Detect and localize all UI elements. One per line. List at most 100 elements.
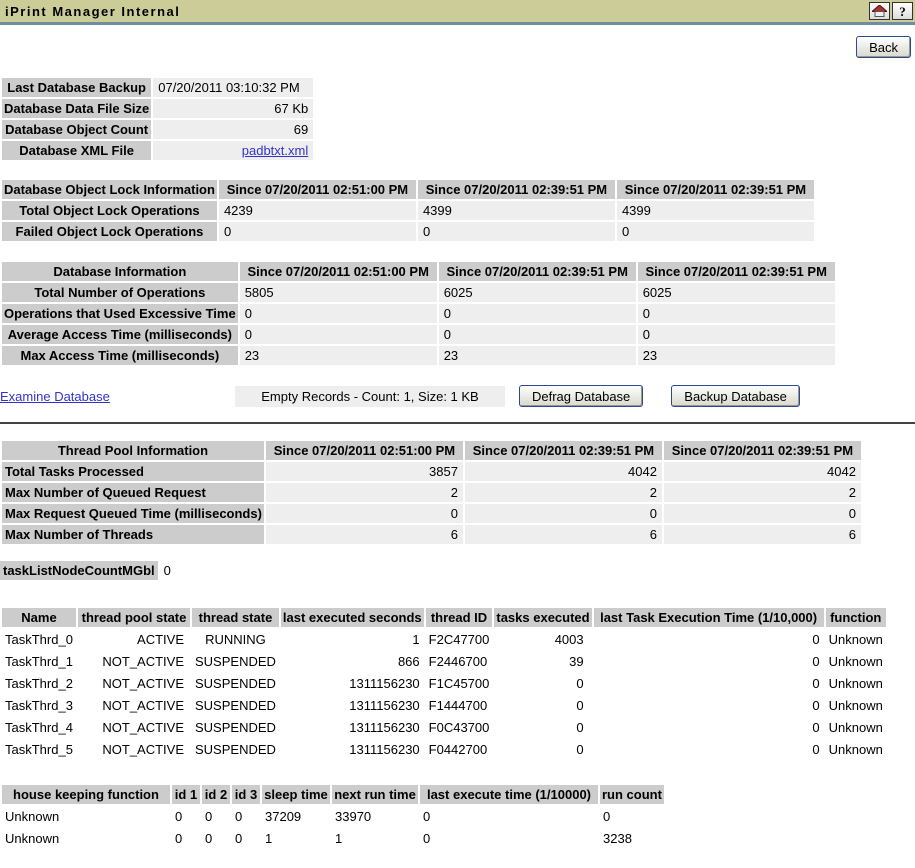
- column-header: Since 07/20/2011 02:39:51 PM: [638, 262, 835, 281]
- table-row: Database Object Count 69: [2, 120, 313, 139]
- row-label: Average Access Time (milliseconds): [2, 325, 238, 344]
- column-header: sleep time: [262, 785, 330, 804]
- table-cell: TaskThrd_0: [2, 629, 76, 649]
- table-cell: TaskThrd_5: [2, 739, 76, 759]
- table-row: TaskThrd_0ACTIVERUNNING1F2C4770040030Unk…: [2, 629, 886, 649]
- table-cell: Unknown: [2, 806, 170, 826]
- defrag-database-button[interactable]: Defrag Database: [519, 385, 643, 407]
- stat-cell: 0: [664, 504, 861, 523]
- stat-cell: 5805: [240, 283, 437, 302]
- column-header: tasks executed: [494, 608, 591, 627]
- stat-cell: 2: [266, 483, 463, 502]
- table-cell: 0: [594, 651, 824, 671]
- table-cell: F1C45700: [426, 673, 493, 693]
- table-cell: F0442700: [426, 739, 493, 759]
- table-row: TaskThrd_3NOT_ACTIVESUSPENDED1311156230F…: [2, 695, 886, 715]
- table-cell: 0: [202, 806, 230, 826]
- table-cell: 0: [594, 695, 824, 715]
- table-row: Total Tasks Processed385740424042: [2, 462, 861, 481]
- db-object-lock-table: Database Object Lock Information Since 0…: [0, 178, 816, 243]
- backup-database-button[interactable]: Backup Database: [671, 385, 800, 407]
- db-object-count-value: 69: [153, 120, 313, 139]
- thread-pool-table: Thread Pool Information Since 07/20/2011…: [0, 439, 863, 546]
- stat-cell: 0: [240, 304, 437, 323]
- table-cell: Unknown: [826, 651, 886, 671]
- database-summary-table: Last Database Backup 07/20/2011 03:10:32…: [0, 76, 315, 162]
- column-header: thread state: [192, 608, 279, 627]
- header-row: house keeping functionid 1id 2id 3sleep …: [2, 785, 664, 804]
- stat-cell: 6: [664, 525, 861, 544]
- table-cell: F2C47700: [426, 629, 493, 649]
- column-header: Since 07/20/2011 02:39:51 PM: [617, 180, 814, 199]
- table-row: Max Access Time (milliseconds)232323: [2, 346, 835, 365]
- table-cell: 1311156230: [281, 739, 424, 759]
- table-cell: TaskThrd_3: [2, 695, 76, 715]
- table-row: Total Object Lock Operations423943994399: [2, 201, 814, 220]
- section-divider: [0, 422, 915, 424]
- home-icon[interactable]: [869, 2, 890, 20]
- titlebar-icons: ?: [869, 2, 913, 20]
- table-cell: 0: [494, 739, 591, 759]
- stat-cell: 0: [439, 325, 636, 344]
- task-list-node-count: taskListNodeCountMGbl0: [0, 563, 915, 578]
- column-header: id 2: [202, 785, 230, 804]
- column-header: next run time: [332, 785, 418, 804]
- table-cell: NOT_ACTIVE: [78, 739, 190, 759]
- stat-cell: 2: [465, 483, 662, 502]
- table-row: Unknown000372093397000: [2, 806, 664, 826]
- table-cell: 0: [594, 717, 824, 737]
- table-cell: Unknown: [826, 717, 886, 737]
- housekeeping-table: house keeping functionid 1id 2id 3sleep …: [0, 783, 666, 850]
- header-row: Database Object Lock Information Since 0…: [2, 180, 814, 199]
- table-cell: 1: [262, 828, 330, 848]
- table-cell: 866: [281, 651, 424, 671]
- stat-cell: 4239: [219, 201, 416, 220]
- column-header: id 1: [172, 785, 200, 804]
- stat-cell: 6025: [439, 283, 636, 302]
- row-label: Max Access Time (milliseconds): [2, 346, 238, 365]
- table-cell: 0: [420, 828, 598, 848]
- table-cell: NOT_ACTIVE: [78, 695, 190, 715]
- column-header: house keeping function: [2, 785, 170, 804]
- table-row: Database Data File Size 67 Kb: [2, 99, 313, 118]
- stat-cell: 4399: [418, 201, 615, 220]
- back-button[interactable]: Back: [856, 36, 911, 58]
- table-cell: Unknown: [826, 673, 886, 693]
- table-cell: ACTIVE: [78, 629, 190, 649]
- table-cell: 0: [202, 828, 230, 848]
- column-header: Since 07/20/2011 02:39:51 PM: [418, 180, 615, 199]
- row-label: Total Tasks Processed: [2, 462, 264, 481]
- table-row: TaskThrd_5NOT_ACTIVESUSPENDED1311156230F…: [2, 739, 886, 759]
- empty-records-status: Empty Records - Count: 1, Size: 1 KB: [235, 386, 505, 407]
- table-cell: 0: [172, 806, 200, 826]
- database-actions-row: Examine Database Empty Records - Count: …: [0, 384, 915, 408]
- stat-cell: 6025: [638, 283, 835, 302]
- row-label: Total Number of Operations: [2, 283, 238, 302]
- db-file-size-value: 67 Kb: [153, 99, 313, 118]
- back-row: Back: [0, 25, 915, 58]
- table-cell: Unknown: [2, 828, 170, 848]
- examine-database-link[interactable]: Examine Database: [0, 389, 110, 404]
- table-cell: 0: [594, 739, 824, 759]
- row-label: Max Request Queued Time (milliseconds): [2, 504, 264, 523]
- table-cell: F1444700: [426, 695, 493, 715]
- column-header: last executed seconds: [281, 608, 424, 627]
- db-xml-file-cell: padbtxt.xml: [153, 141, 313, 160]
- stat-cell: 6: [266, 525, 463, 544]
- table-cell: TaskThrd_4: [2, 717, 76, 737]
- table-cell: 39: [494, 651, 591, 671]
- db-xml-file-link[interactable]: padbtxt.xml: [242, 143, 308, 158]
- table-row: Last Database Backup 07/20/2011 03:10:32…: [2, 78, 313, 97]
- help-icon[interactable]: ?: [892, 2, 913, 20]
- table-cell: RUNNING: [192, 629, 279, 649]
- column-header: Since 07/20/2011 02:51:00 PM: [266, 441, 463, 460]
- row-label: Failed Object Lock Operations: [2, 222, 217, 241]
- row-label: Database XML File: [2, 141, 151, 160]
- stat-cell: 23: [240, 346, 437, 365]
- column-header: function: [826, 608, 886, 627]
- task-list-label: taskListNodeCountMGbl: [0, 561, 158, 580]
- table-cell: 33970: [332, 806, 418, 826]
- table-cell: NOT_ACTIVE: [78, 651, 190, 671]
- stat-cell: 0: [240, 325, 437, 344]
- stat-cell: 0: [617, 222, 814, 241]
